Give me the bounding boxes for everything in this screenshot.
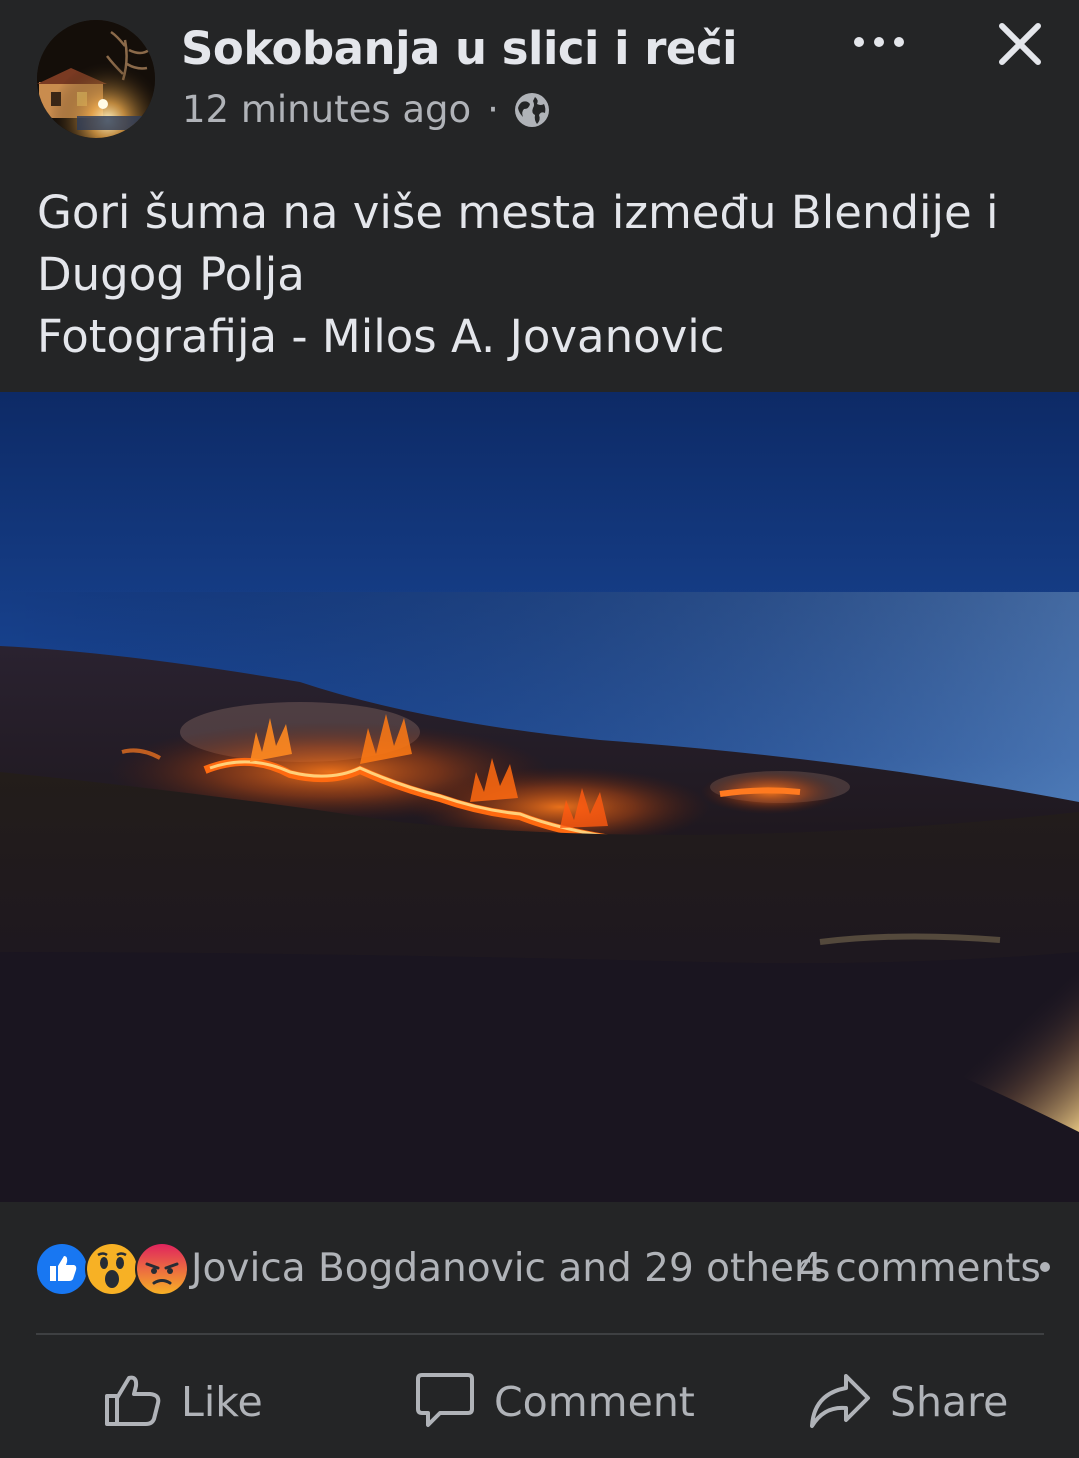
post-meta: 12 minutes ago · <box>182 88 551 131</box>
like-label: Like <box>181 1378 263 1426</box>
like-button[interactable]: Like <box>103 1370 263 1434</box>
bullet-separator <box>1040 1262 1050 1272</box>
meta-separator: · <box>487 88 499 131</box>
share-arrow-icon <box>808 1370 872 1434</box>
comment-button[interactable]: Comment <box>414 1370 695 1434</box>
reaction-summary[interactable] <box>35 1242 189 1296</box>
angry-reaction-icon <box>135 1242 189 1296</box>
more-horizontal-icon[interactable] <box>852 30 906 54</box>
post-timestamp[interactable]: 12 minutes ago <box>182 88 471 131</box>
close-icon[interactable] <box>996 20 1044 68</box>
reactors-text[interactable]: Jovica Bogdanovic and 29 others <box>191 1246 830 1291</box>
wow-reaction-icon <box>85 1242 139 1296</box>
comments-count[interactable]: 4 comments <box>798 1246 1041 1291</box>
share-button[interactable]: Share <box>808 1370 1008 1434</box>
post-caption: Gori šuma na više mesta između Blendije … <box>37 182 1047 368</box>
share-label: Share <box>890 1378 1009 1426</box>
like-reaction-icon <box>35 1242 89 1296</box>
post-viewer: Sokobanja u slici i reči 12 minutes ago … <box>0 0 1079 1458</box>
page-name[interactable]: Sokobanja u slici i reči <box>181 22 738 75</box>
post-photo[interactable] <box>0 392 1079 1202</box>
thumbs-up-icon <box>103 1370 163 1434</box>
divider <box>36 1333 1044 1335</box>
comment-bubble-icon <box>414 1369 476 1435</box>
page-avatar[interactable] <box>37 20 155 138</box>
caption-line: Dugog Polja <box>37 248 305 301</box>
comment-label: Comment <box>494 1378 695 1426</box>
caption-line: Fotografija - Milos A. Jovanovic <box>37 310 725 363</box>
caption-line: Gori šuma na više mesta između Blendije … <box>37 186 999 239</box>
globe-icon <box>513 91 551 129</box>
